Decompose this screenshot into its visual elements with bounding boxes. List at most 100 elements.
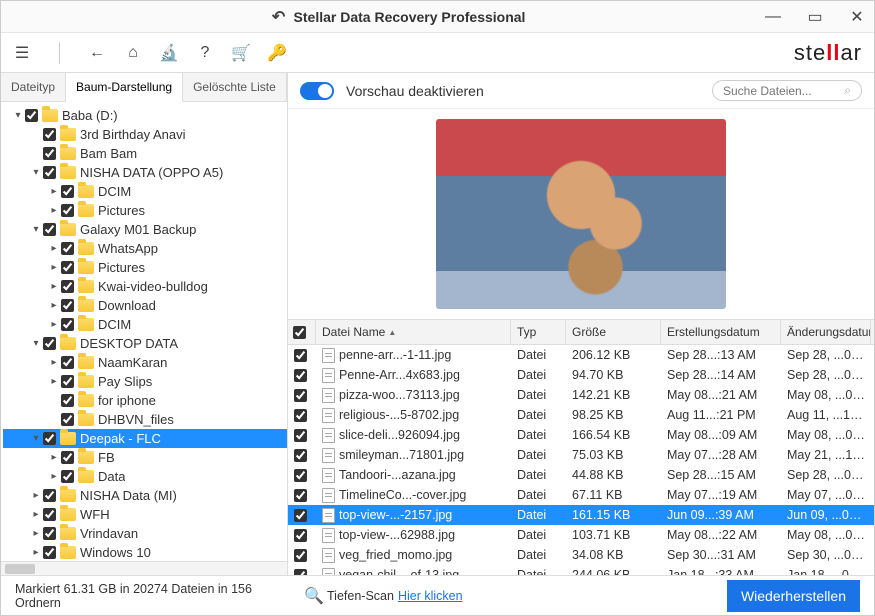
tree-node[interactable]: ▸DCIM: [3, 182, 287, 201]
caret-icon[interactable]: ▸: [47, 376, 61, 387]
col-mdate[interactable]: Änderungsdatum: [781, 320, 871, 344]
tree-horizontal-scrollbar[interactable]: [1, 561, 287, 575]
preview-toggle[interactable]: [300, 82, 334, 100]
row-checkbox[interactable]: [294, 549, 307, 562]
tree-checkbox[interactable]: [43, 147, 56, 160]
tree-node[interactable]: ▾Galaxy M01 Backup: [3, 220, 287, 239]
row-checkbox[interactable]: [294, 429, 307, 442]
caret-icon[interactable]: ▾: [29, 433, 43, 444]
minimize-button[interactable]: —: [764, 8, 782, 26]
deep-scan-link[interactable]: Hier klicken: [398, 589, 463, 603]
tree-node[interactable]: ▸WFH: [3, 505, 287, 524]
tree-node[interactable]: ▾NISHA DATA (OPPO A5): [3, 163, 287, 182]
tree-node[interactable]: ▸Pictures: [3, 258, 287, 277]
col-name[interactable]: Datei Name▲: [316, 320, 511, 344]
back-icon[interactable]: ←: [88, 44, 106, 62]
tree-node[interactable]: ▾Deepak - FLC: [3, 429, 287, 448]
row-checkbox[interactable]: [294, 369, 307, 382]
row-checkbox[interactable]: [294, 509, 307, 522]
tree-checkbox[interactable]: [61, 318, 74, 331]
caret-icon[interactable]: ▸: [47, 281, 61, 292]
tree-checkbox[interactable]: [43, 337, 56, 350]
tree-node[interactable]: ▸WhatsApp: [3, 239, 287, 258]
tree-checkbox[interactable]: [61, 470, 74, 483]
search-icon[interactable]: ⌕: [844, 83, 851, 98]
row-checkbox[interactable]: [294, 409, 307, 422]
tree-node[interactable]: ▸NISHA Data (MI): [3, 486, 287, 505]
search-input[interactable]: [723, 84, 833, 98]
table-row[interactable]: top-view-...-2157.jpgDatei161.15 KBJun 0…: [288, 505, 874, 525]
cart-icon[interactable]: 🛒: [232, 44, 250, 62]
table-row[interactable]: top-view-...62988.jpgDatei103.71 KBMay 0…: [288, 525, 874, 545]
table-row[interactable]: smileyman...71801.jpgDatei75.03 KBMay 07…: [288, 445, 874, 465]
key-icon[interactable]: 🔑: [268, 44, 286, 62]
microscope-icon[interactable]: 🔬: [160, 44, 178, 62]
table-row[interactable]: veg_fried_momo.jpgDatei34.08 KBSep 30...…: [288, 545, 874, 565]
row-checkbox[interactable]: [294, 449, 307, 462]
table-row[interactable]: Tandoori-...azana.jpgDatei44.88 KBSep 28…: [288, 465, 874, 485]
caret-icon[interactable]: ▾: [29, 338, 43, 349]
tree-checkbox[interactable]: [43, 166, 56, 179]
caret-icon[interactable]: ▸: [47, 262, 61, 273]
caret-icon[interactable]: ▸: [29, 509, 43, 520]
tree-checkbox[interactable]: [61, 261, 74, 274]
restore-button[interactable]: Wiederherstellen: [727, 580, 860, 612]
tree-node[interactable]: ▾Baba (D:): [3, 106, 287, 125]
table-row[interactable]: penne-arr...-1-11.jpgDatei206.12 KBSep 2…: [288, 345, 874, 365]
folder-tree[interactable]: ▾Baba (D:)3rd Birthday AnaviBam Bam▾NISH…: [1, 102, 287, 561]
caret-icon[interactable]: ▸: [47, 243, 61, 254]
close-button[interactable]: ✕: [848, 8, 866, 26]
row-checkbox[interactable]: [294, 349, 307, 362]
home-icon[interactable]: ⌂: [124, 44, 142, 62]
caret-icon[interactable]: ▾: [11, 110, 25, 121]
tree-node[interactable]: ▸Pay Slips: [3, 372, 287, 391]
caret-icon[interactable]: ▸: [47, 205, 61, 216]
tree-checkbox[interactable]: [61, 394, 74, 407]
tree-node[interactable]: for iphone: [3, 391, 287, 410]
menu-icon[interactable]: ☰: [13, 44, 31, 62]
tree-checkbox[interactable]: [61, 413, 74, 426]
caret-icon[interactable]: ▾: [29, 224, 43, 235]
tree-checkbox[interactable]: [61, 299, 74, 312]
maximize-button[interactable]: ▭: [806, 8, 824, 26]
tree-node[interactable]: ▸FB: [3, 448, 287, 467]
row-checkbox[interactable]: [294, 489, 307, 502]
tab-dateityp[interactable]: Dateityp: [1, 73, 66, 101]
caret-icon[interactable]: ▸: [29, 490, 43, 501]
row-checkbox[interactable]: [294, 389, 307, 402]
search-box[interactable]: ⌕: [712, 80, 862, 101]
tree-node[interactable]: ▸DCIM: [3, 315, 287, 334]
tab-baum[interactable]: Baum-Darstellung: [66, 73, 183, 102]
tree-checkbox[interactable]: [61, 375, 74, 388]
tree-node[interactable]: ▸Pictures: [3, 201, 287, 220]
tree-node[interactable]: Bam Bam: [3, 144, 287, 163]
tree-checkbox[interactable]: [43, 508, 56, 521]
tree-checkbox[interactable]: [61, 242, 74, 255]
row-checkbox[interactable]: [294, 469, 307, 482]
tree-node[interactable]: 3rd Birthday Anavi: [3, 125, 287, 144]
caret-icon[interactable]: ▾: [29, 167, 43, 178]
tree-node[interactable]: ▸Vrindavan: [3, 524, 287, 543]
col-type[interactable]: Typ: [511, 320, 566, 344]
caret-icon[interactable]: ▸: [47, 319, 61, 330]
tree-checkbox[interactable]: [61, 185, 74, 198]
tree-node[interactable]: ▸Download: [3, 296, 287, 315]
tree-checkbox[interactable]: [61, 280, 74, 293]
tree-checkbox[interactable]: [43, 527, 56, 540]
header-checkbox[interactable]: [288, 320, 316, 344]
tree-checkbox[interactable]: [61, 451, 74, 464]
tree-node[interactable]: ▾DESKTOP DATA: [3, 334, 287, 353]
col-cdate[interactable]: Erstellungsdatum: [661, 320, 781, 344]
tree-checkbox[interactable]: [43, 489, 56, 502]
caret-icon[interactable]: ▸: [29, 547, 43, 558]
tree-checkbox[interactable]: [61, 204, 74, 217]
table-row[interactable]: vegan-chil...-of-13.jpgDatei244.06 KBJan…: [288, 565, 874, 575]
tab-geloschte[interactable]: Gelöschte Liste: [183, 73, 287, 101]
caret-icon[interactable]: ▸: [47, 300, 61, 311]
caret-icon[interactable]: ▸: [47, 357, 61, 368]
tree-node[interactable]: ▸NaamKaran: [3, 353, 287, 372]
table-row[interactable]: pizza-woo...73113.jpgDatei142.21 KBMay 0…: [288, 385, 874, 405]
table-row[interactable]: slice-deli...926094.jpgDatei166.54 KBMay…: [288, 425, 874, 445]
tree-checkbox[interactable]: [43, 432, 56, 445]
table-row[interactable]: Penne-Arr...4x683.jpgDatei94.70 KBSep 28…: [288, 365, 874, 385]
